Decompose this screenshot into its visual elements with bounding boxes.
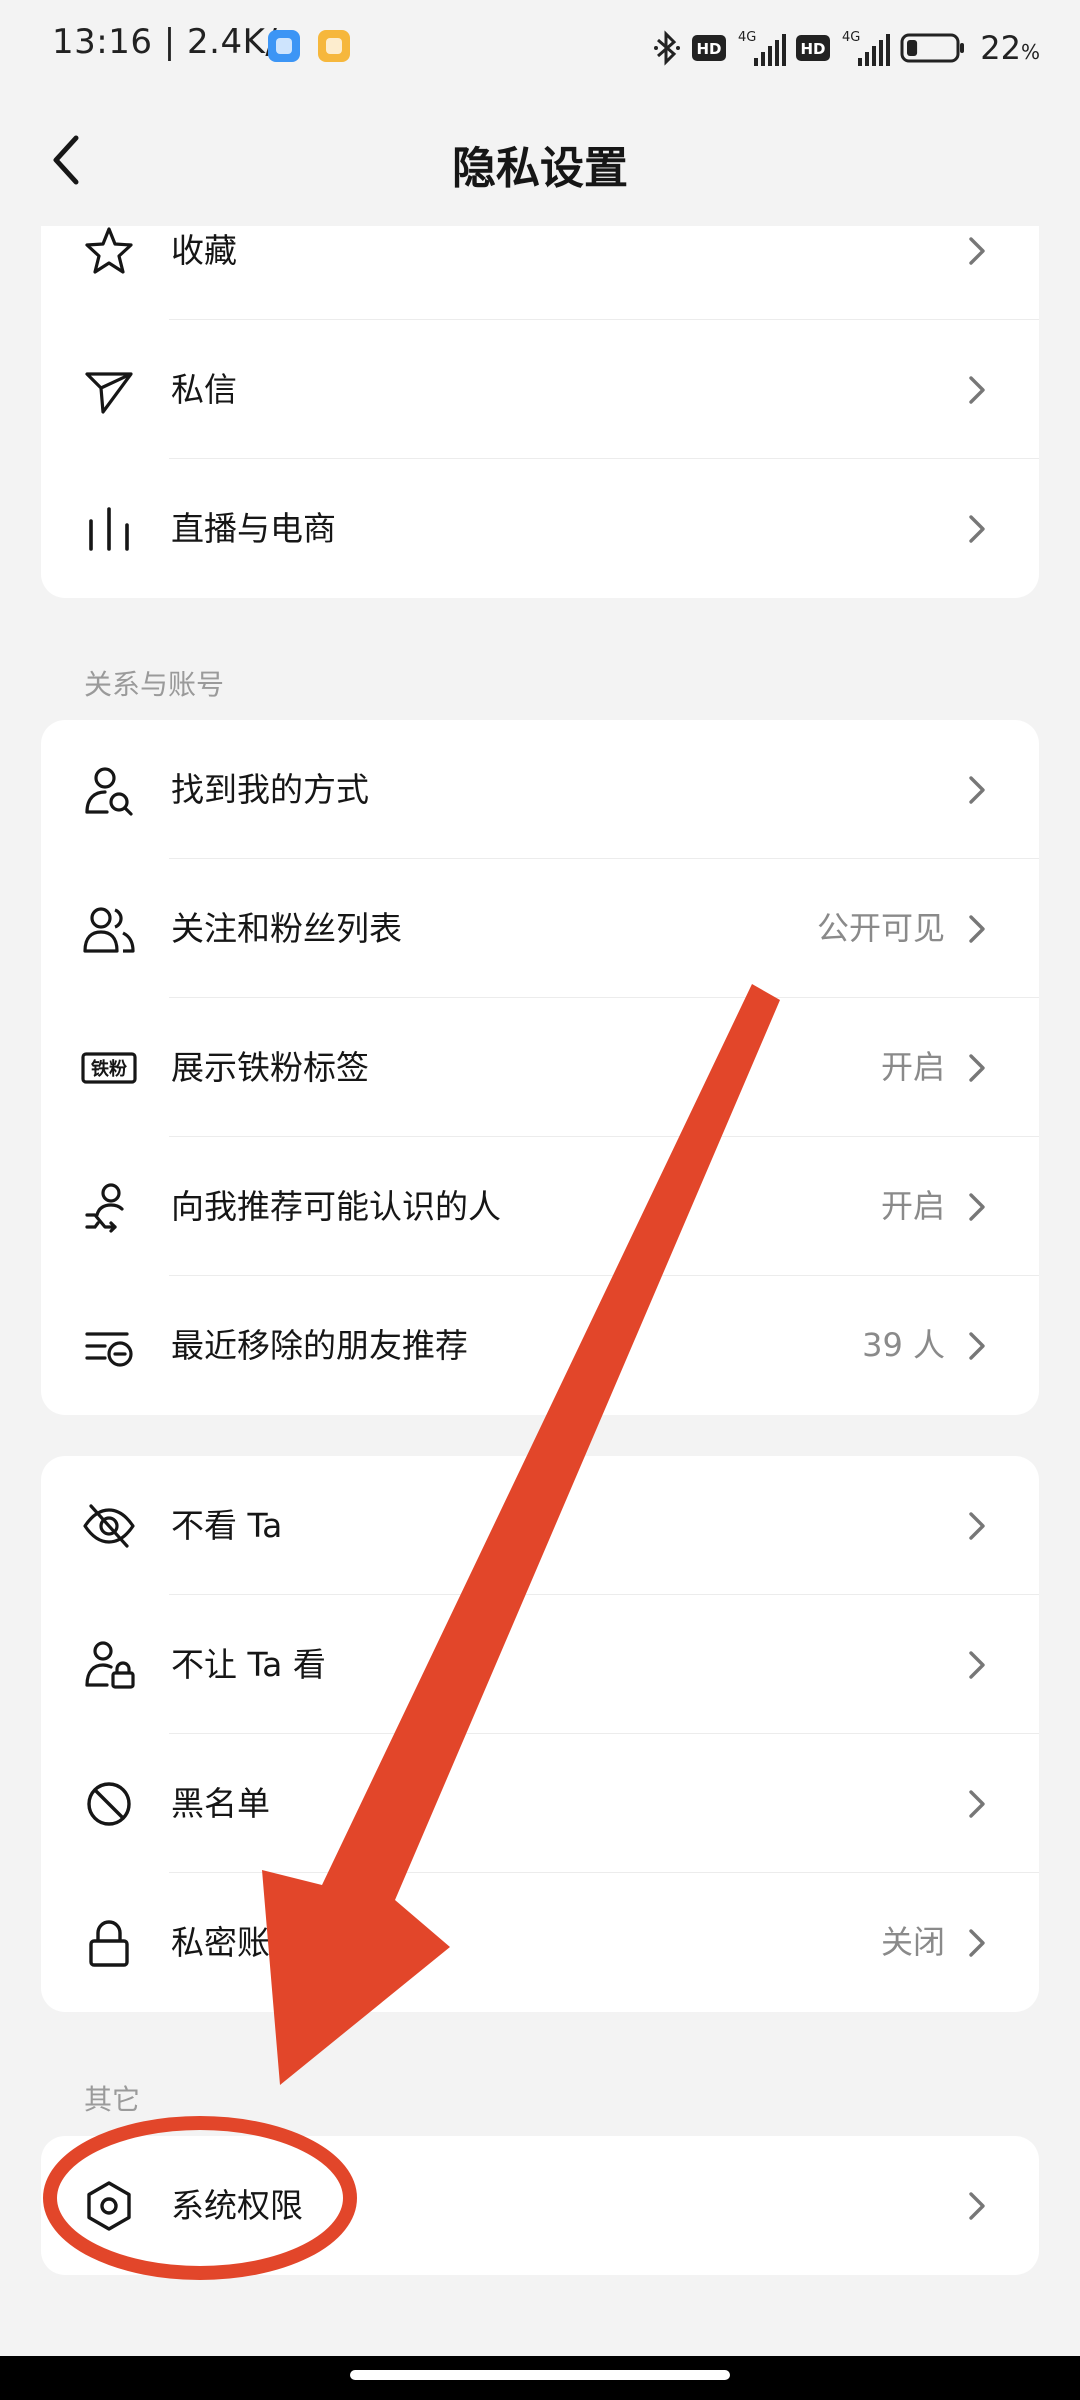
system-nav-bar [0,2356,1080,2400]
svg-text:4G: 4G [842,30,860,45]
chevron-right-icon [969,1193,985,1221]
row-removed-recommendations[interactable]: 最近移除的朋友推荐 39 人 [41,1276,1039,1415]
row-system-permissions[interactable]: 系统权限 [41,2136,1039,2275]
star-icon [81,226,137,279]
chevron-right-icon [969,776,985,804]
chevron-right-icon [969,915,985,943]
row-value: 39 人 [862,1326,945,1364]
row-favorites[interactable]: 收藏 [41,226,1039,320]
page-title: 隐私设置 [452,143,628,194]
settings-list[interactable]: 收藏 私信 直播与电商 关系与账号 找到我的方式 关注和粉丝列表 公开可见 铁粉… [0,226,1080,2356]
row-label: 不让 Ta 看 [171,1645,326,1684]
chevron-right-icon [969,515,985,543]
chevron-right-icon [969,1651,985,1679]
card-content-privacy: 收藏 私信 直播与电商 [41,226,1039,598]
row-find-me[interactable]: 找到我的方式 [41,720,1039,859]
row-label: 关注和粉丝列表 [171,909,402,948]
person-recommend-icon [81,1179,137,1235]
iron-fan-badge-icon: 铁粉 [81,1040,137,1096]
row-iron-fan-badge[interactable]: 铁粉 展示铁粉标签 开启 [41,998,1039,1137]
status-icons: HD 4G HD 4G 22% [652,26,1040,70]
hex-settings-icon [81,2178,137,2234]
chevron-right-icon [969,376,985,404]
card-visibility: 不看 Ta 不让 Ta 看 黑名单 私密账 关闭 [41,1456,1039,2012]
status-bar: 13:16 | 2.4K/s HD 4G HD 4G 22% [0,0,1080,96]
row-label: 最近移除的朋友推荐 [171,1326,468,1365]
app-notification-icon [268,30,300,62]
row-label: 私信 [171,370,237,409]
row-value: 关闭 [880,1923,945,1961]
list-remove-icon [81,1318,137,1374]
row-block-ta-view[interactable]: 不让 Ta 看 [41,1595,1039,1734]
send-icon [81,362,137,418]
signal-4g-icon-2: 4G [842,30,891,66]
row-label: 找到我的方式 [171,770,369,809]
svg-text:4G: 4G [738,30,756,45]
lock-icon [81,1915,137,1971]
chevron-right-icon [969,237,985,265]
row-value: 公开可见 [816,909,945,947]
person-search-icon [81,762,137,818]
chevron-right-icon [969,1512,985,1540]
row-blacklist[interactable]: 黑名单 [41,1734,1039,1873]
live-bars-icon [81,501,137,557]
row-label: 黑名单 [171,1784,270,1823]
row-live-commerce[interactable]: 直播与电商 [41,459,1039,598]
card-other: 系统权限 [41,2136,1039,2275]
card-relations: 找到我的方式 关注和粉丝列表 公开可见 铁粉 展示铁粉标签 开启 向我推荐可能认… [41,720,1039,1415]
eye-off-icon [81,1498,137,1554]
row-messages[interactable]: 私信 [41,320,1039,459]
chevron-right-icon [969,1790,985,1818]
home-indicator[interactable] [350,2370,730,2380]
hd-icon: HD [692,35,727,61]
bluetooth-icon [654,30,681,66]
block-icon [81,1776,137,1832]
row-value: 开启 [880,1187,945,1225]
row-hide-ta[interactable]: 不看 Ta [41,1456,1039,1595]
row-label: 不看 Ta [171,1506,283,1545]
signal-4g-icon: 4G [738,30,787,66]
row-label: 系统权限 [171,2186,303,2225]
app-notification-icon-2 [318,30,350,62]
chevron-right-icon [969,1054,985,1082]
battery-icon [900,33,965,63]
row-private-account[interactable]: 私密账 关闭 [41,1873,1039,2012]
section-title-other: 其它 [84,2083,141,2116]
section-title-relations: 关系与账号 [84,668,225,701]
row-label: 向我推荐可能认识的人 [171,1187,501,1226]
row-recommend-people[interactable]: 向我推荐可能认识的人 开启 [41,1137,1039,1276]
row-value: 开启 [880,1048,945,1086]
battery-percent: 22% [980,29,1040,67]
row-label: 私密账 [171,1923,270,1962]
chevron-right-icon [969,1929,985,1957]
chevron-right-icon [969,1332,985,1360]
row-follow-fans-list[interactable]: 关注和粉丝列表 公开可见 [41,859,1039,998]
chevron-right-icon [969,2192,985,2220]
svg-text:铁粉: 铁粉 [91,1058,127,1080]
svg-text:HD: HD [801,40,826,58]
top-bar: 隐私设置 [0,96,1080,226]
svg-text:HD: HD [697,40,722,58]
status-time: 13:16 | 2.4K/s [52,22,296,62]
hd-icon-2: HD [796,35,831,61]
person-lock-icon [81,1637,137,1693]
people-icon [81,901,137,957]
row-label: 展示铁粉标签 [171,1048,369,1087]
row-label: 收藏 [171,231,237,270]
row-label: 直播与电商 [171,509,336,548]
